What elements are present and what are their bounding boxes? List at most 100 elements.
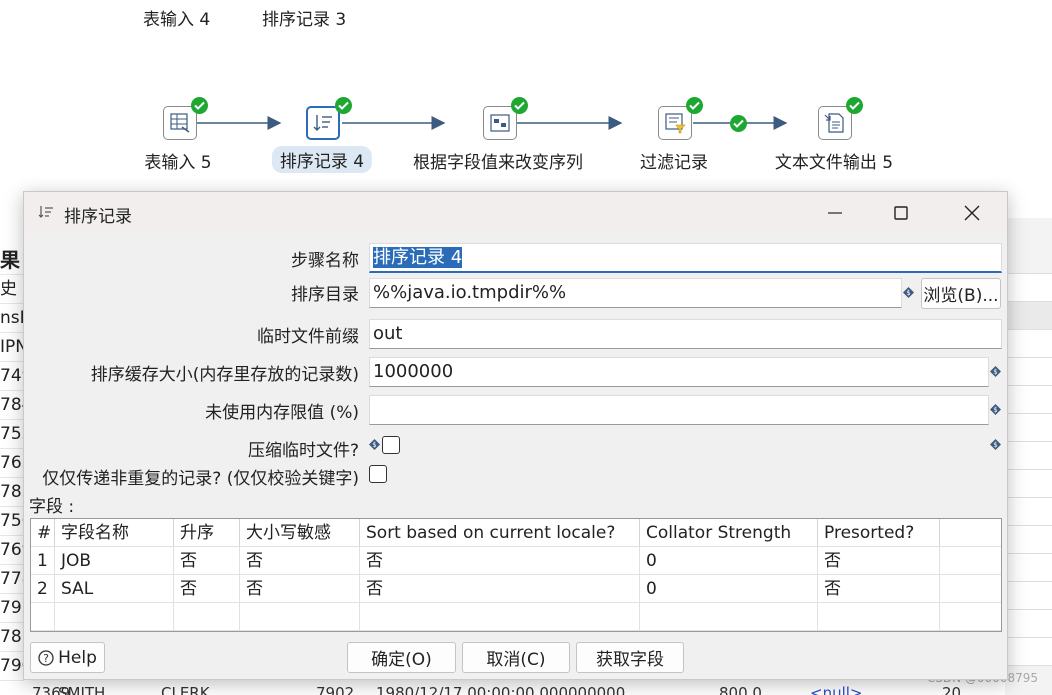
- variable-icon[interactable]: $: [369, 439, 380, 450]
- step-name-input[interactable]: 排序记录 4: [369, 243, 1002, 273]
- case-sensitive-cell[interactable]: 否: [240, 547, 360, 575]
- table-header-row: # 字段名称 升序 大小写敏感 Sort based on current lo…: [31, 519, 1001, 547]
- temp-prefix-label: 临时文件前缀: [257, 327, 359, 347]
- collator-strength-cell[interactable]: 0: [640, 547, 818, 575]
- sort-buffer-input[interactable]: 1000000: [369, 357, 989, 387]
- sort-directory-label: 排序目录: [291, 285, 359, 305]
- results-cell: 769: [0, 536, 24, 565]
- results-cell: 765: [0, 449, 24, 478]
- empty-cell[interactable]: [818, 603, 940, 631]
- browse-button[interactable]: 浏览(B)...: [921, 278, 1001, 309]
- results-cell: 756: [0, 507, 24, 536]
- results-cell: SMITH: [58, 684, 106, 695]
- results-cell: 800.0: [719, 684, 762, 695]
- table-input-icon: [170, 113, 190, 133]
- results-cell: <null>: [810, 684, 863, 695]
- locale-cell[interactable]: 否: [360, 575, 640, 603]
- add-sequence-icon: [490, 114, 510, 132]
- empty-cell[interactable]: [55, 603, 174, 631]
- step-label-text-file-output-5[interactable]: 文本文件输出 5: [775, 148, 893, 173]
- step-label-add-sequence[interactable]: 根据字段值来改变序列: [413, 148, 583, 173]
- column-header[interactable]: 字段名称: [55, 519, 174, 547]
- results-cell: 790: [0, 652, 24, 681]
- table-row-empty[interactable]: [31, 603, 1001, 631]
- empty-cell[interactable]: [360, 603, 640, 631]
- presorted-cell[interactable]: 否: [818, 547, 940, 575]
- get-fields-button[interactable]: 获取字段: [576, 642, 684, 673]
- close-icon: [964, 205, 980, 221]
- results-cell: 1980/12/17 00:00:00.000000000: [376, 684, 626, 695]
- dialog-titlebar[interactable]: 排序记录: [24, 192, 1007, 234]
- empty-cell[interactable]: [640, 603, 818, 631]
- column-header[interactable]: 大小写敏感: [240, 519, 360, 547]
- column-header[interactable]: Sort based on current locale?: [360, 519, 640, 547]
- results-bottom-row: 7369 SMITH CLERK 7902 1980/12/17 00:00:0…: [24, 682, 1052, 695]
- temp-prefix-input[interactable]: out: [369, 319, 1002, 349]
- column-header[interactable]: Presorted?: [818, 519, 940, 547]
- results-cell: 749: [0, 362, 24, 391]
- field-name-cell[interactable]: JOB: [55, 547, 174, 575]
- empty-cell[interactable]: [174, 603, 240, 631]
- step-filter-rows[interactable]: [658, 106, 692, 140]
- step-label-sort-rows-4[interactable]: 排序记录 4: [271, 146, 373, 173]
- results-cell: 20: [942, 684, 962, 695]
- close-button[interactable]: [949, 198, 995, 228]
- results-tab[interactable]: 史: [0, 275, 24, 304]
- step-text-file-output-5[interactable]: [818, 106, 852, 140]
- svg-text:$: $: [993, 441, 997, 449]
- step-add-sequence[interactable]: [483, 106, 517, 140]
- results-cell: IPN: [0, 333, 24, 362]
- compress-label: 压缩临时文件?: [247, 441, 359, 461]
- filter-rows-icon: [665, 113, 686, 134]
- filler-cell: [940, 547, 1001, 575]
- variable-icon[interactable]: $: [990, 439, 1001, 450]
- maximize-icon: [894, 206, 908, 220]
- minimize-button[interactable]: [812, 198, 858, 228]
- results-cell: 787: [0, 623, 24, 652]
- variable-icon[interactable]: $: [990, 404, 1001, 415]
- case-sensitive-cell[interactable]: 否: [240, 575, 360, 603]
- step-ok-icon: [846, 97, 863, 114]
- variable-icon[interactable]: $: [903, 287, 914, 298]
- compress-checkbox[interactable]: [382, 436, 400, 454]
- step-sort-rows-4[interactable]: [306, 106, 340, 140]
- ok-button[interactable]: 确定(O): [347, 642, 456, 673]
- fields-table[interactable]: # 字段名称 升序 大小写敏感 Sort based on current lo…: [30, 518, 1002, 632]
- cancel-button[interactable]: 取消(C): [462, 642, 570, 673]
- step-table-input-5[interactable]: [163, 106, 197, 140]
- svg-text:$: $: [906, 289, 910, 297]
- step-ok-icon: [511, 97, 528, 114]
- step-label-table-input-5[interactable]: 表输入 5: [144, 148, 211, 173]
- presorted-cell[interactable]: 否: [818, 575, 940, 603]
- step-label-filter-rows[interactable]: 过滤记录: [640, 148, 708, 173]
- step-ok-icon: [191, 97, 208, 114]
- results-cell: 752: [0, 420, 24, 449]
- column-header[interactable]: Collator Strength: [640, 519, 818, 547]
- table-row[interactable]: 1 JOB 否 否 否 0 否: [31, 547, 1001, 575]
- empty-cell[interactable]: [240, 603, 360, 631]
- svg-text:$: $: [993, 406, 997, 414]
- collator-strength-cell[interactable]: 0: [640, 575, 818, 603]
- sort-rows-icon: [313, 115, 332, 131]
- locale-cell[interactable]: 否: [360, 547, 640, 575]
- unique-rows-label: 仅仅传递非重复的记录? (仅仅校验关键字): [42, 469, 359, 489]
- help-button[interactable]: ? Help: [30, 642, 105, 673]
- results-cell: 793: [0, 594, 24, 623]
- table-row[interactable]: 2 SAL 否 否 否 0 否: [31, 575, 1001, 603]
- step-name-value: 排序记录 4: [373, 247, 463, 268]
- svg-text:$: $: [372, 441, 376, 449]
- empty-cell: [940, 603, 1001, 631]
- maximize-button[interactable]: [878, 198, 924, 228]
- variable-icon[interactable]: $: [990, 366, 1001, 377]
- unique-rows-checkbox[interactable]: [369, 465, 387, 483]
- column-header[interactable]: #: [31, 519, 55, 547]
- results-rows-background: 果 史 nsF IPN 749 784 752 765 783 756 769 …: [0, 246, 24, 695]
- ascending-cell[interactable]: 否: [174, 547, 240, 575]
- ascending-cell[interactable]: 否: [174, 575, 240, 603]
- help-icon: ?: [38, 649, 54, 666]
- column-header[interactable]: 升序: [174, 519, 240, 547]
- free-memory-input[interactable]: [369, 395, 989, 425]
- results-cell: CLERK: [161, 684, 210, 695]
- field-name-cell[interactable]: SAL: [55, 575, 174, 603]
- sort-directory-input[interactable]: %%java.io.tmpdir%%: [369, 278, 902, 308]
